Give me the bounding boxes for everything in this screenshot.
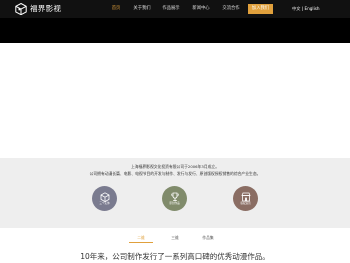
cube-icon: [100, 191, 109, 202]
feature-circle-2[interactable]: 原创作品: [162, 186, 187, 211]
lang-en-link[interactable]: English: [304, 6, 319, 11]
main-nav: 首页 关于我们 作品展示 新闻中心 交流合作: [104, 0, 244, 18]
company-intro: 上海福界影视文化投资有限公司于2006年3月成立。 公司拥有动漫长篇、电影、电视…: [0, 163, 350, 177]
feature-label-1: 三个实体: [99, 201, 110, 205]
header: 福界影视 首页 关于我们 作品展示 新闻中心 交流合作 加入我们 中文 | En…: [0, 0, 350, 18]
brand-name: 福界影视: [30, 4, 62, 13]
intro-line-2: 公司拥有动漫长篇、电影、电视节目的开发与制作、发行与发行、原创版权授权销售的综合…: [89, 171, 261, 176]
store-icon: [240, 192, 251, 201]
cube-logo-icon: [15, 3, 27, 15]
trophy-icon: [170, 192, 179, 201]
hero-banner: [0, 18, 350, 43]
works-tabs: 二维 三维 作品集: [0, 234, 350, 244]
intro-line-1: 上海福界影视文化投资有限公司于2006年3月成立。: [130, 164, 219, 169]
tab-3d[interactable]: 三维: [163, 234, 187, 242]
nav-item-works[interactable]: 作品展示: [158, 0, 184, 18]
feature-label-3: 版权运营: [240, 201, 251, 205]
nav-item-news[interactable]: 新闻中心: [188, 0, 214, 18]
tab-portfolio[interactable]: 作品集: [196, 234, 220, 242]
nav-item-about[interactable]: 关于我们: [130, 0, 154, 18]
tab-2d[interactable]: 二维: [129, 234, 153, 243]
join-us-button[interactable]: 加入我们: [248, 4, 273, 14]
nav-item-home[interactable]: 首页: [104, 0, 128, 18]
feature-label-2: 原创作品: [169, 201, 180, 205]
section-headline: 10年来，公司制作发行了一系列高口碑的优秀动漫作品。: [80, 252, 270, 261]
nav-item-cooperation[interactable]: 交流合作: [218, 0, 244, 18]
about-section: 上海福界影视文化投资有限公司于2006年3月成立。 公司拥有动漫长篇、电影、电视…: [0, 158, 350, 228]
language-switcher: 中文 | English: [292, 0, 320, 18]
feature-circle-1[interactable]: 三个实体: [92, 186, 117, 211]
brand-logo[interactable]: 福界影视: [15, 3, 61, 15]
feature-circle-3[interactable]: 版权运营: [233, 186, 258, 211]
